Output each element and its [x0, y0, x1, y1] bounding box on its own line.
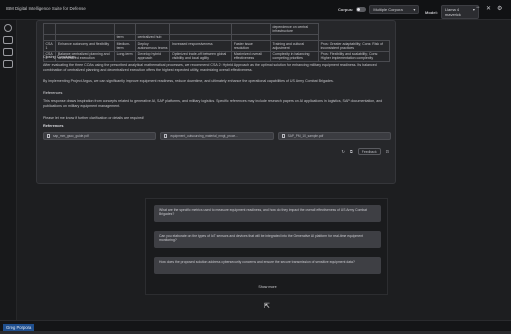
sidebar: [0, 20, 17, 320]
table-cell: [231, 23, 271, 35]
minus-icon[interactable]: −: [476, 5, 480, 11]
card-actions: ↻ ⧉ Feedback ⊡: [342, 148, 389, 155]
chevron-down-icon: ▾: [413, 7, 416, 12]
table-cell: Pros: Greater adaptability; Cons: Risk o…: [318, 40, 390, 52]
table-cell: Increased responsiveness: [169, 40, 233, 52]
settings-icon[interactable]: ⚙: [497, 5, 502, 12]
table-row: dependence on central infrastructure: [42, 23, 390, 35]
table-cell: Optimized trade-off between global visib…: [169, 50, 233, 63]
model-label: Model:: [425, 9, 438, 15]
reference-file-3[interactable]: SAP_PM_10_sample.pdf: [277, 132, 391, 140]
file-icon: [47, 134, 50, 138]
table-cell: Maximized overall effectiveness: [231, 50, 271, 63]
file-icon: [281, 134, 285, 138]
table-row: CSA 1 Enhance autonomy and flexibility Med…: [42, 40, 390, 52]
argus-paragraph: By implementing Project Argus, we can si…: [43, 79, 334, 83]
table-cell: [55, 23, 116, 35]
reference-file-2[interactable]: equipment_outsourcing_material_mngt_proc…: [160, 132, 274, 140]
model-selector: Model: Llama 4 maverick ▾: [425, 5, 479, 19]
references-paragraph: This response draws inspiration from con…: [43, 99, 383, 108]
closing-heading: Closing Conclusion: [43, 55, 76, 59]
mouse-cursor-icon: ⇱: [264, 303, 270, 310]
table-cell: Faster issue resolution: [231, 40, 271, 52]
table-row: CSA 2 Balance centralized planning and de…: [42, 50, 390, 63]
reference-file-1[interactable]: sap_mm_gsoc_guide.pdf: [43, 132, 157, 140]
inbox-icon[interactable]: [3, 36, 13, 44]
table-cell: Complexity in balancing competing priori…: [269, 50, 320, 63]
show-more-button[interactable]: Show more: [146, 285, 389, 289]
corpus-dropdown[interactable]: Multiple Corpora ▾: [369, 5, 420, 14]
tools-icon[interactable]: ✕: [486, 5, 491, 12]
table-cell: Medium-term: [114, 40, 137, 52]
refresh-icon[interactable]: ↻: [342, 149, 345, 154]
app-title: IBM Digital Intelligence Suite for Defen…: [6, 6, 86, 11]
suggestions-panel: What are the specific metrics used to me…: [145, 198, 388, 295]
table-cell: Long-term: [114, 50, 137, 63]
table-cell: Deploy autonomous teams: [135, 40, 171, 52]
table-cell: [114, 23, 137, 35]
thumbs-icon[interactable]: ⊡: [386, 149, 389, 154]
document-icon[interactable]: [3, 48, 13, 56]
table-cell: Pros: Flexibility and scalability; Cons:…: [318, 50, 390, 63]
suggestion-item-3[interactable]: How does the proposed solution address c…: [154, 257, 381, 274]
corpus-label: Corpus:: [338, 7, 354, 12]
archive-icon[interactable]: [3, 60, 13, 68]
top-bar: IBM Digital Intelligence Suite for Defen…: [0, 0, 511, 20]
corpus-toggle[interactable]: [356, 7, 367, 12]
copy-icon[interactable]: ⧉: [350, 149, 353, 154]
coa-table: dependence on central infrastructure term…: [42, 23, 390, 63]
feedback-button[interactable]: Feedback: [357, 148, 381, 155]
corpus-selector: Corpus: Multiple Corpora ▾: [338, 5, 420, 14]
table-cell: [169, 23, 233, 35]
model-value: Llama 4 maverick: [444, 7, 461, 17]
references-heading: References: [43, 91, 63, 95]
footer: Greg Porpora: [0, 320, 511, 334]
new-chat-icon[interactable]: [4, 24, 12, 32]
response-card: dependence on central infrastructure term…: [36, 20, 396, 184]
table-cell: CSA 1: [42, 40, 57, 52]
user-tab[interactable]: Greg Porpora: [3, 324, 35, 331]
main-content: dependence on central infrastructure term…: [17, 20, 511, 320]
model-dropdown[interactable]: Llama 4 maverick ▾: [440, 5, 479, 19]
file-icon: [164, 134, 168, 138]
table-cell: dependence on central infrastructure: [269, 23, 320, 35]
table-cell: [42, 23, 57, 35]
references-label: References: [43, 124, 64, 128]
table-cell: Develop hybrid approach: [135, 50, 171, 63]
followup-note: Please let me know if further clarificat…: [43, 116, 145, 120]
suggestion-item-2[interactable]: Can you elaborate on the types of IoT se…: [154, 231, 381, 248]
table-cell: Training and cultural adjustment: [269, 40, 320, 52]
table-cell: Enhance autonomy and flexibility: [55, 40, 116, 52]
reference-files: sap_mm_gsoc_guide.pdf equipment_outsourc…: [43, 132, 391, 140]
corpus-value: Multiple Corpora: [373, 7, 403, 12]
suggestion-item-1[interactable]: What are the specific metrics used to me…: [154, 205, 381, 222]
closing-paragraph: After evaluating the three COAs using th…: [43, 63, 377, 72]
table-cell: [135, 23, 171, 35]
chevron-down-icon: ▾: [472, 7, 475, 12]
